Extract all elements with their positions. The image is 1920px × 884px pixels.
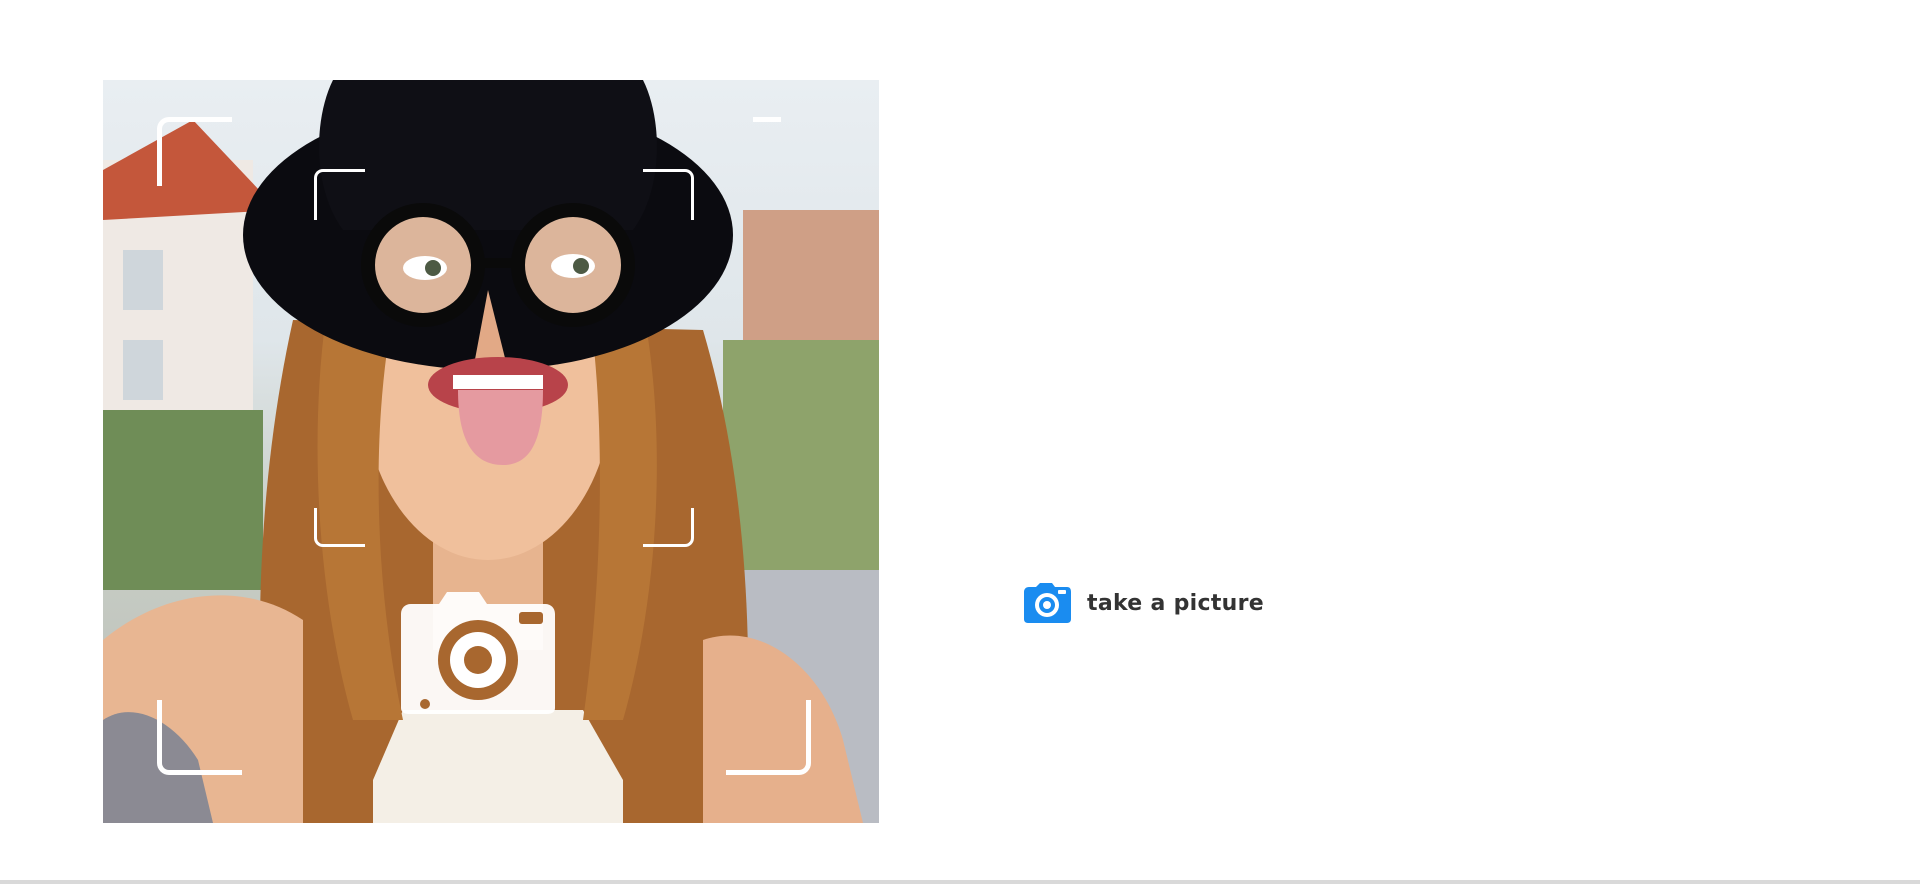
viewfinder-corner-top-right	[753, 117, 781, 126]
bottom-divider	[0, 880, 1920, 884]
photo-preview	[103, 80, 879, 823]
viewfinder-corner-bottom-right	[726, 700, 811, 775]
viewfinder-corner-top-left	[157, 117, 232, 186]
face-frame-corner-top-left	[314, 169, 365, 220]
viewfinder-corner-bottom-left	[157, 700, 242, 775]
take-picture-button[interactable]: take a picture	[1022, 583, 1264, 623]
face-frame-corner-bottom-right	[643, 508, 694, 547]
face-frame-corner-top-right	[643, 169, 694, 220]
take-picture-label: take a picture	[1087, 590, 1264, 616]
camera-icon	[401, 592, 555, 714]
camera-icon	[1024, 583, 1071, 623]
page: take a picture	[0, 0, 1920, 884]
face-frame-corner-bottom-left	[314, 508, 365, 547]
